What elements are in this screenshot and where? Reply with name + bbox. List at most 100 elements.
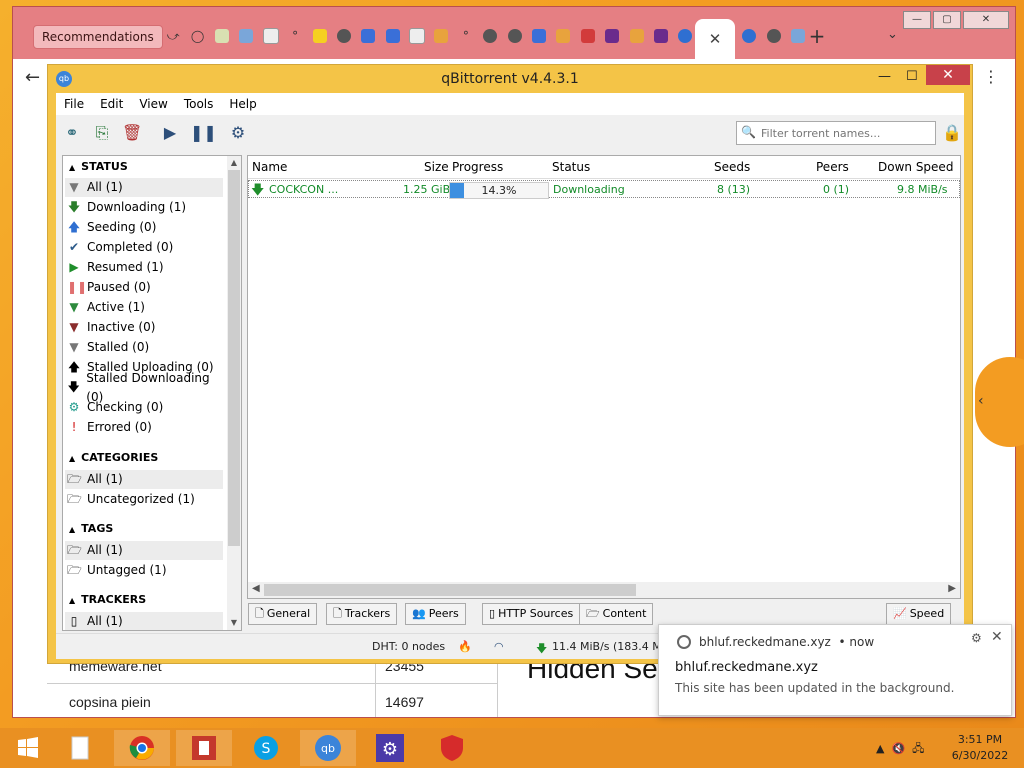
tab-icon[interactable] xyxy=(210,23,234,49)
status-filter-item[interactable]: 🡇 Downloading (1) xyxy=(65,198,223,217)
tab-icon[interactable] xyxy=(737,23,761,49)
tab-general[interactable]: 🗋 General xyxy=(248,603,318,625)
tab-icon[interactable] xyxy=(576,23,600,49)
speed-limit-icon[interactable]: ◠ xyxy=(494,640,504,653)
status-filter-item[interactable]: ▼ All (1) xyxy=(65,178,223,197)
chevron-up-icon[interactable]: ▲ xyxy=(876,742,884,755)
scroll-left-icon[interactable]: ◀ xyxy=(252,583,260,594)
column-header-name[interactable]: Name xyxy=(252,160,287,174)
status-filter-item[interactable]: ▼ Active (1) xyxy=(65,298,223,317)
column-header-status[interactable]: Status xyxy=(552,160,590,174)
gear-icon[interactable]: ⚙ xyxy=(971,631,982,645)
tab-icon[interactable]: ◯ xyxy=(185,23,209,49)
tab-icon[interactable] xyxy=(429,23,453,49)
active-tab-close-icon[interactable]: ✕ xyxy=(695,19,735,59)
tab-icon[interactable] xyxy=(381,23,405,49)
tab-icon[interactable] xyxy=(649,23,673,49)
status-filter-item[interactable]: ⚙ Checking (0) xyxy=(65,398,223,417)
scrollbar-thumb[interactable] xyxy=(228,170,240,546)
notification-toast[interactable]: bhluf.reckedmane.xyz • now bhluf.reckedm… xyxy=(658,624,1012,716)
tab-trackers[interactable]: 🗋 Trackers xyxy=(326,603,398,625)
menu-tools[interactable]: Tools xyxy=(176,93,222,115)
tab-content[interactable]: 🗁 Content xyxy=(579,603,654,625)
maximize-button[interactable]: ☐ xyxy=(906,69,918,84)
new-tab-button[interactable]: + xyxy=(807,25,827,47)
tab-peers[interactable]: 👥 Peers xyxy=(405,603,466,625)
tab-icon[interactable] xyxy=(405,23,429,49)
tab-icon[interactable] xyxy=(478,23,502,49)
filter-search-input[interactable] xyxy=(759,124,933,142)
speaker-muted-icon[interactable]: 🔇 xyxy=(891,742,905,755)
tab-icon[interactable] xyxy=(356,23,380,49)
horizontal-scrollbar[interactable]: ◀ ▶ xyxy=(248,582,960,598)
tab-speed[interactable]: 📈 Speed xyxy=(886,603,952,625)
connection-status-icon[interactable]: 🔥 xyxy=(458,640,472,653)
status-filter-item[interactable]: ❚❚ Paused (0) xyxy=(65,278,223,297)
minimize-button[interactable]: — xyxy=(878,69,891,84)
start-button[interactable] xyxy=(0,730,56,766)
add-torrent-file-icon[interactable]: ⎘ xyxy=(92,123,112,143)
status-filter-item[interactable]: ! Errored (0) xyxy=(65,418,223,437)
tab-icon[interactable]: ° xyxy=(283,23,307,49)
column-header-down-speed[interactable]: Down Speed xyxy=(878,160,953,174)
scroll-right-icon[interactable]: ▶ xyxy=(948,583,956,594)
status-filter-item[interactable]: 🡇 Stalled Downloading (0) xyxy=(65,371,223,404)
pause-icon[interactable]: ❚❚ xyxy=(190,123,217,143)
tab-icon[interactable]: ° xyxy=(454,23,478,49)
section-header-trackers[interactable]: ▲ TRACKERS xyxy=(69,593,146,606)
back-arrow-icon[interactable]: ← xyxy=(25,67,40,88)
tab-search-dropdown-icon[interactable]: ⌄ xyxy=(887,27,898,42)
column-header-seeds[interactable]: Seeds xyxy=(714,160,750,174)
tag-item-all[interactable]: 🗁 All (1) xyxy=(65,541,223,560)
clock[interactable]: 3:51 PM 6/30/2022 xyxy=(950,732,1010,764)
torrent-row[interactable]: 🡇 COCKCON ... 1.25 GiB 14.3% Downloading… xyxy=(248,180,960,199)
tab-icon[interactable] xyxy=(234,23,258,49)
menu-edit[interactable]: Edit xyxy=(92,93,131,115)
sidebar-scrollbar[interactable]: ▲ ▼ xyxy=(227,156,241,630)
section-header-status[interactable]: ▲ STATUS xyxy=(69,160,128,173)
tag-item-untagged[interactable]: 🗁 Untagged (1) xyxy=(65,561,223,580)
document-app-icon[interactable] xyxy=(176,730,232,766)
tab-icon[interactable]: ⤻ xyxy=(161,23,185,49)
tracker-item-all[interactable]: ▯ All (1) xyxy=(65,612,223,630)
close-button[interactable]: ✕ xyxy=(926,65,970,85)
site-name[interactable]: copsina piein xyxy=(69,694,151,710)
tab-icon[interactable] xyxy=(761,23,785,49)
shield-icon[interactable] xyxy=(424,730,480,766)
category-item-uncategorized[interactable]: 🗁 Uncategorized (1) xyxy=(65,490,223,509)
scroll-down-icon[interactable]: ▼ xyxy=(227,616,241,630)
menu-file[interactable]: File xyxy=(56,93,92,115)
browser-menu-icon[interactable]: ⋮ xyxy=(983,67,999,86)
section-header-categories[interactable]: ▲ CATEGORIES xyxy=(69,451,158,464)
status-filter-item[interactable]: ✔ Completed (0) xyxy=(65,238,223,257)
add-torrent-link-icon[interactable]: ⚭ xyxy=(62,123,82,143)
delete-icon[interactable]: 🗑 xyxy=(122,123,142,143)
tab-icon[interactable] xyxy=(332,23,356,49)
resume-icon[interactable]: ▶ xyxy=(160,123,180,143)
tab-http-sources[interactable]: ▯ HTTP Sources xyxy=(482,603,581,625)
tab-icon[interactable] xyxy=(673,23,697,49)
download-speed-status[interactable]: 11.4 MiB/s (183.4 Mi xyxy=(552,640,665,653)
menu-view[interactable]: View xyxy=(131,93,175,115)
qbittorrent-taskbar-icon[interactable]: qb xyxy=(300,730,356,766)
side-panel-toggle[interactable]: ‹ xyxy=(975,357,1024,447)
column-header-progress[interactable]: Progress xyxy=(452,160,503,174)
close-icon[interactable]: ✕ xyxy=(991,629,1003,645)
tab-icon[interactable] xyxy=(624,23,648,49)
status-filter-item[interactable]: ▶ Resumed (1) xyxy=(65,258,223,277)
settings-gear-icon[interactable]: ⚙ xyxy=(362,730,418,766)
section-header-tags[interactable]: ▲ TAGS xyxy=(69,522,113,535)
tab-icon[interactable] xyxy=(527,23,551,49)
column-header-size[interactable]: Size xyxy=(424,160,449,174)
maximize-button[interactable]: ▢ xyxy=(933,11,961,29)
file-explorer-icon[interactable] xyxy=(52,730,108,766)
tab-icon[interactable] xyxy=(502,23,526,49)
close-button[interactable]: ✕ xyxy=(963,11,1009,29)
options-gear-icon[interactable]: ⚙ xyxy=(228,123,248,143)
status-filter-item[interactable]: ▼ Inactive (0) xyxy=(65,318,223,337)
tab-icon[interactable] xyxy=(600,23,624,49)
status-filter-item[interactable]: 🡅 Seeding (0) xyxy=(65,218,223,237)
status-filter-item[interactable]: ▼ Stalled (0) xyxy=(65,338,223,357)
tab-icon[interactable] xyxy=(307,23,331,49)
category-item-all[interactable]: 🗁 All (1) xyxy=(65,470,223,489)
